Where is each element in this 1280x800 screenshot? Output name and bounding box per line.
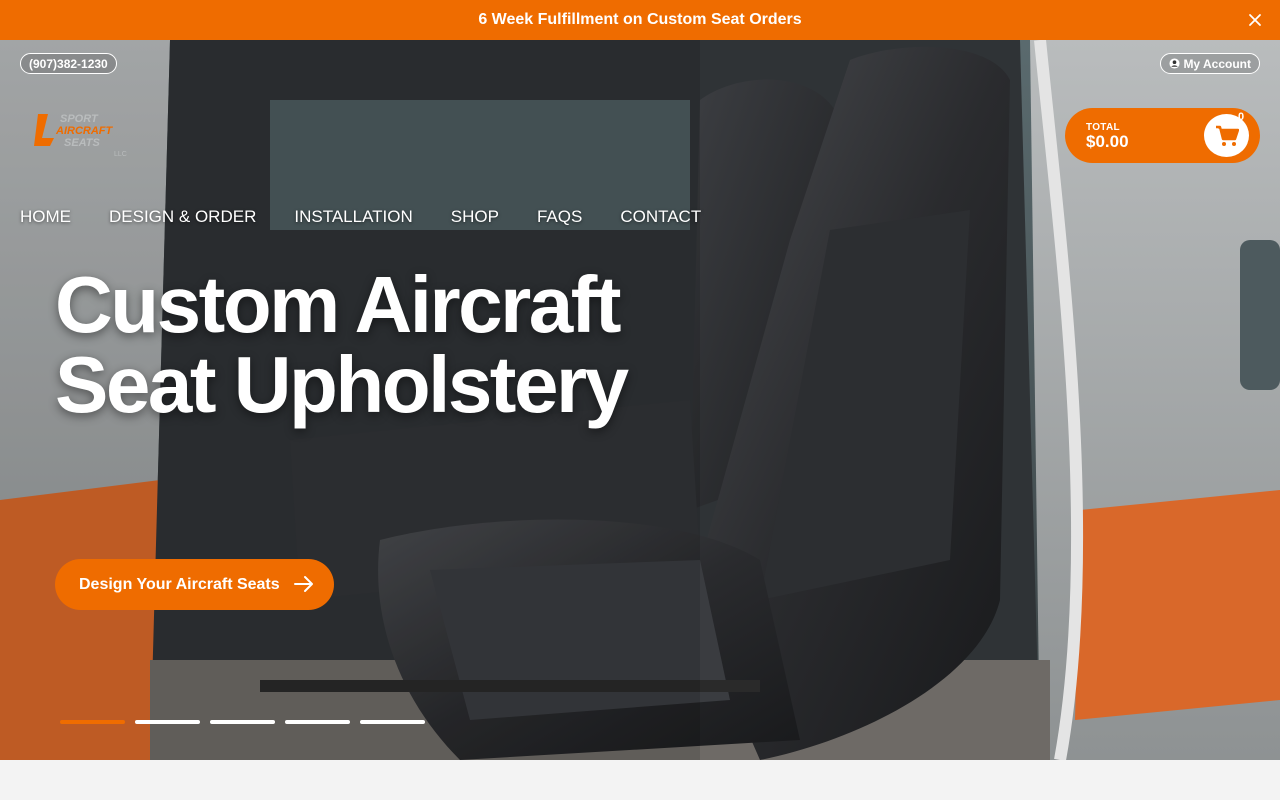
- slider-dot-1[interactable]: [60, 720, 125, 724]
- sport-aircraft-seats-logo[interactable]: SPORT AIRCRAFT SEATS LLC: [30, 106, 140, 162]
- logo-text-aircraft: AIRCRAFT: [55, 125, 113, 137]
- arrow-right-icon: [294, 576, 313, 592]
- nav-item-shop[interactable]: SHOP: [451, 207, 499, 227]
- slider-dot-2[interactable]: [135, 720, 200, 724]
- nav-item-design-order[interactable]: DESIGN & ORDER: [109, 207, 256, 227]
- cart-icon: [1215, 125, 1239, 146]
- nav-item-home[interactable]: HOME: [20, 207, 71, 227]
- slider-dot-4[interactable]: [285, 720, 350, 724]
- phone-link[interactable]: (907)382-1230: [20, 53, 117, 74]
- cart-total-amount: $0.00: [1086, 132, 1129, 151]
- hero-headline-line1: Custom Aircraft: [55, 260, 622, 349]
- hero-slider: (907)382-1230 My Account SPORT AIRCRAFT …: [0, 40, 1280, 760]
- announcement-bar: 6 Week Fulfillment on Custom Seat Orders: [0, 0, 1280, 40]
- cart-count-badge: 0: [1238, 111, 1245, 123]
- design-seats-label: Design Your Aircraft Seats: [79, 575, 280, 593]
- main-nav: HOME DESIGN & ORDER INSTALLATION SHOP FA…: [20, 207, 739, 227]
- logo-text-llc: LLC: [114, 151, 127, 158]
- slider-dot-5[interactable]: [360, 720, 425, 724]
- cart-widget[interactable]: TOTAL $0.00 0: [1065, 108, 1260, 163]
- slider-pagination: [60, 720, 425, 724]
- nav-item-faqs[interactable]: FAQS: [537, 207, 582, 227]
- my-account-label: My Account: [1183, 56, 1251, 71]
- phone-number: (907)382-1230: [29, 56, 108, 71]
- my-account-button[interactable]: My Account: [1160, 53, 1260, 74]
- close-icon[interactable]: [1246, 11, 1264, 29]
- hero-headline-line2: Seat Upholstery: [55, 340, 629, 429]
- slider-dot-3[interactable]: [210, 720, 275, 724]
- hero-headline: Custom Aircraft Seat Upholstery: [55, 265, 755, 425]
- page-content-start: [0, 760, 1280, 800]
- design-seats-button[interactable]: Design Your Aircraft Seats: [55, 559, 334, 610]
- logo-text-sport: SPORT: [60, 113, 99, 125]
- nav-item-installation[interactable]: INSTALLATION: [294, 207, 412, 227]
- nav-item-contact[interactable]: CONTACT: [620, 207, 701, 227]
- logo-text-seats: SEATS: [64, 137, 101, 149]
- announcement-text: 6 Week Fulfillment on Custom Seat Orders: [478, 11, 802, 28]
- user-circle-icon: [1169, 58, 1180, 69]
